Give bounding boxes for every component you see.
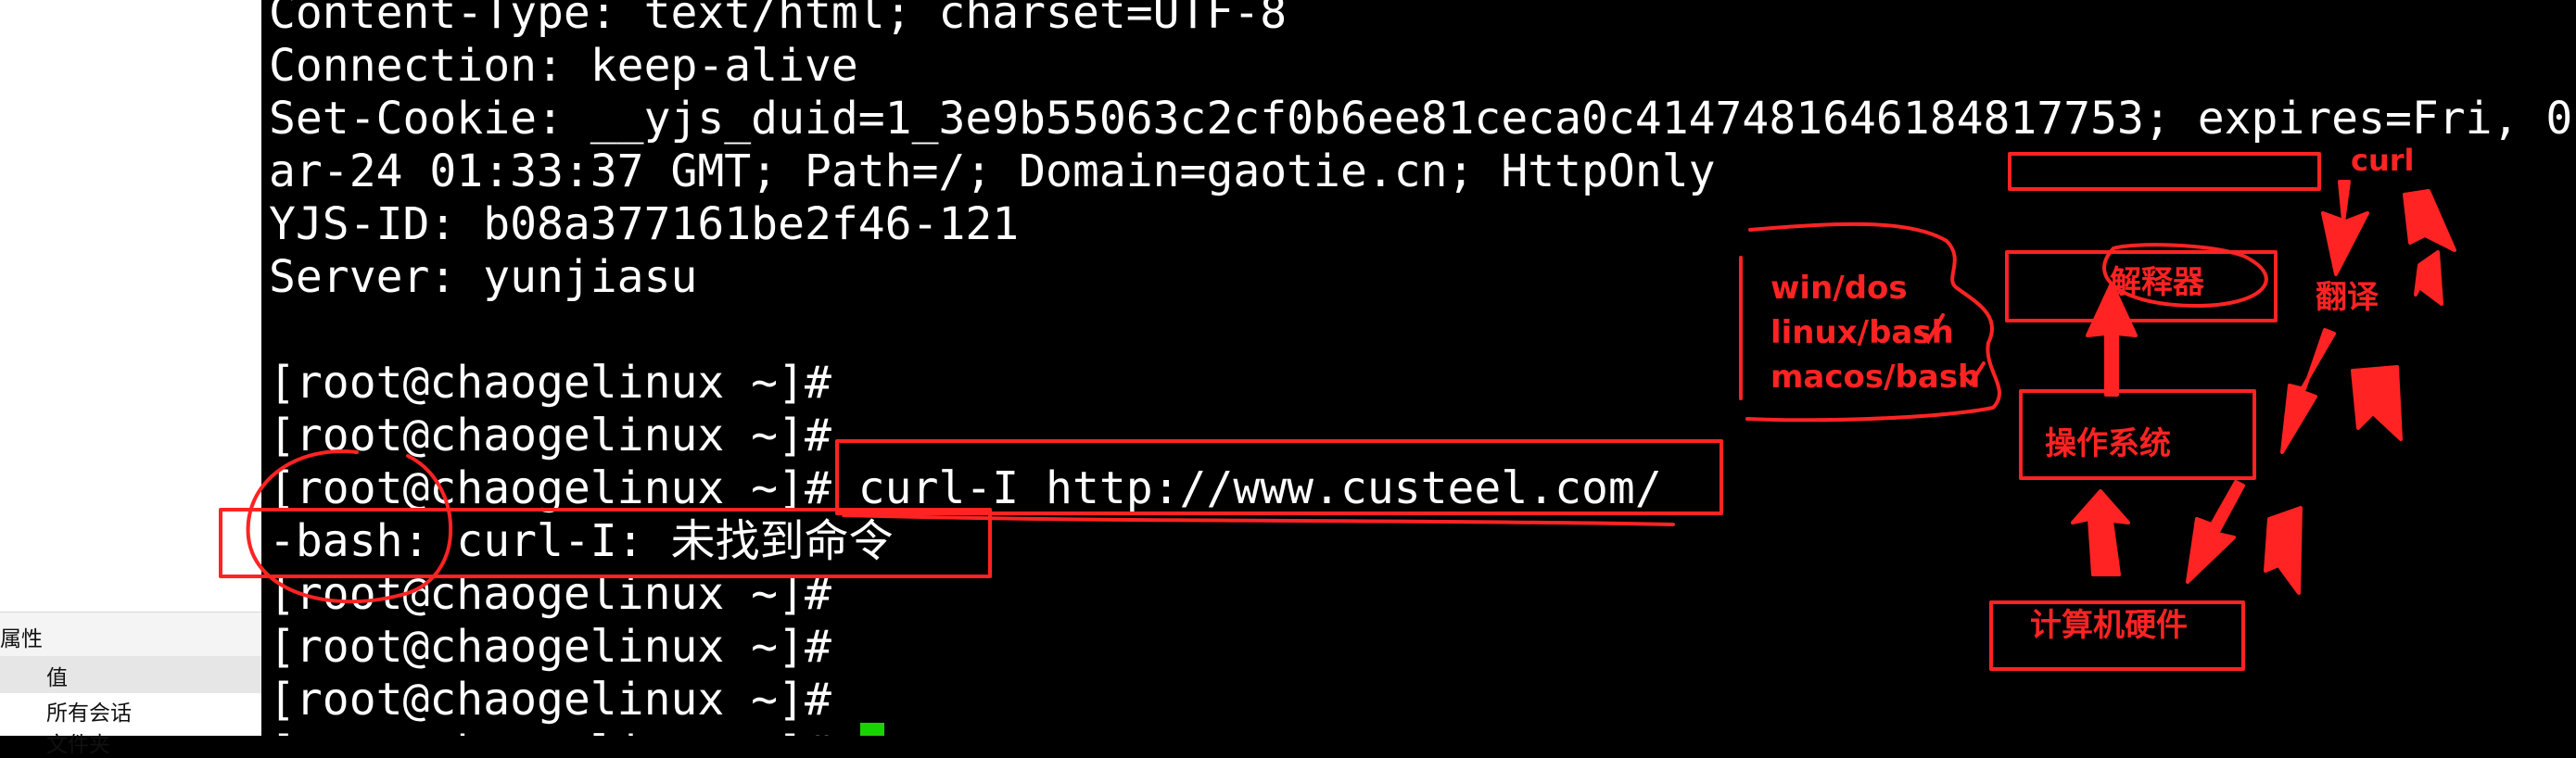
bash-circle	[246, 449, 453, 604]
arrow-deco-3	[2351, 365, 2403, 441]
label-interpreter: 解释器	[2110, 264, 2205, 301]
arrow-os-to-hw	[2186, 480, 2245, 584]
error-highlight-box	[219, 508, 992, 578]
arrow-translate-to-os	[2280, 328, 2336, 454]
label-os: 操作系统	[2045, 425, 2171, 462]
annotation-overlay: win/dos linux/bash macos/bash 解释器 操作系统 计…	[219, 143, 2456, 671]
label-macos-bash: macos/bash	[1770, 359, 1980, 396]
arrow-hw-to-os	[2071, 489, 2130, 576]
label-curl: curl	[2351, 143, 2415, 178]
label-win-dos: win/dos	[1770, 270, 1908, 307]
command-underline	[842, 513, 1675, 526]
label-translate: 翻译	[2316, 279, 2379, 316]
arrow-curl-down	[2321, 180, 2369, 276]
command-highlight-box	[835, 439, 1723, 515]
arrow-deco-2	[2403, 189, 2456, 252]
arrow-deco-4	[2264, 506, 2303, 595]
label-linux-bash: linux/bash	[1770, 314, 1954, 351]
label-hardware: 计算机硬件	[2030, 607, 2188, 644]
top-box	[2008, 152, 2321, 191]
arrow-deco-1	[2414, 250, 2443, 306]
